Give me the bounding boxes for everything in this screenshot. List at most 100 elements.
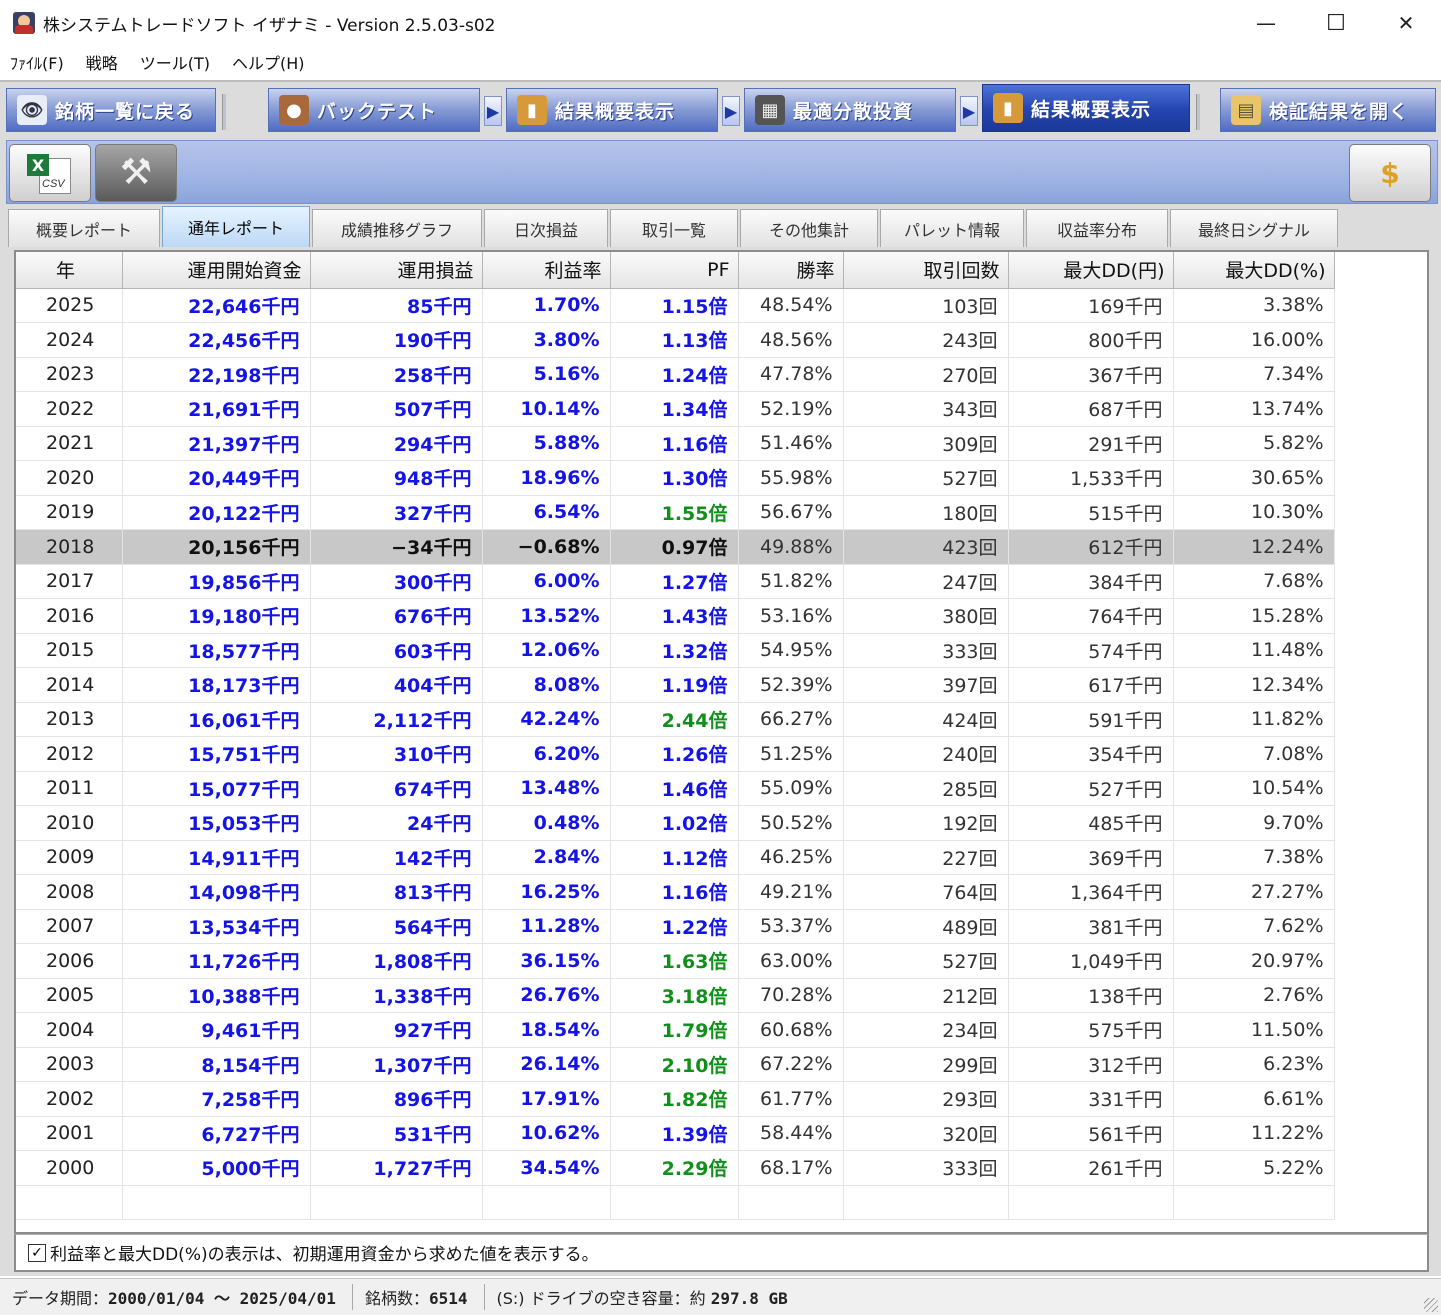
cell-year: 2025: [16, 288, 123, 323]
cell-year: 2007: [16, 909, 123, 944]
cell-pnl: 24千円: [310, 805, 483, 841]
table-row[interactable]: 2005 10,388千円 1,338千円 26.76% 3.18倍 70.28% 212回…: [16, 978, 1427, 1013]
tab-performance-graph[interactable]: 成績推移グラフ: [312, 209, 482, 247]
cell-return-rate: 11.28%: [482, 909, 611, 944]
table-row[interactable]: [16, 1185, 1427, 1220]
table-row[interactable]: 2004 9,461千円 927千円 18.54% 1.79倍 60.68% 234回 575…: [16, 1012, 1427, 1048]
cell-trade-count: 234回: [843, 1012, 1009, 1048]
header-start-capital[interactable]: 運用開始資金: [122, 252, 311, 289]
tab-overview-report[interactable]: 概要レポート: [8, 209, 160, 247]
workflow-nav: 👁 銘柄一覧に戻る ● バックテスト ▶ ▮ 結果概要表示 ▶ ▦ 最適分散投資…: [6, 84, 1438, 138]
tab-palette-info[interactable]: パレット情報: [880, 209, 1024, 247]
cell-pf: 1.55倍: [610, 495, 739, 530]
table-row[interactable]: 2007 13,534千円 564千円 11.28% 1.22倍 53.37% 489回 38…: [16, 909, 1427, 944]
annual-report-grid[interactable]: 年 運用開始資金 運用損益 利益率 PF 勝率 取引回数 最大DD(円) 最大D…: [14, 250, 1429, 1234]
table-header-row: 年 運用開始資金 運用損益 利益率 PF 勝率 取引回数 最大DD(円) 最大D…: [16, 252, 1427, 289]
tab-return-distribution[interactable]: 収益率分布: [1026, 209, 1168, 247]
header-max-dd-pct[interactable]: 最大DD(%): [1173, 252, 1335, 289]
cell-start-capital: 20,449千円: [122, 460, 311, 496]
table-row[interactable]: 2014 18,173千円 404千円 8.08% 1.19倍 52.39% 397回 617…: [16, 667, 1427, 703]
menu-strategy[interactable]: 戦略: [80, 48, 124, 76]
cell-filler: [1334, 461, 1427, 496]
tab-other-stats[interactable]: その他集計: [740, 209, 878, 247]
init-capital-basis-checkbox[interactable]: ✓: [28, 1243, 46, 1262]
table-row[interactable]: 2015 18,577千円 603千円 12.06% 1.32倍 54.95% 333回 57…: [16, 633, 1427, 668]
table-row[interactable]: 2003 8,154千円 1,307千円 26.14% 2.10倍 67.22% 299回 3…: [16, 1047, 1427, 1082]
tab-trade-list[interactable]: 取引一覧: [610, 209, 738, 247]
cell-win-rate: 60.68%: [738, 1012, 844, 1048]
menu-help[interactable]: ヘルプ(H): [226, 48, 311, 76]
header-pf[interactable]: PF: [610, 252, 739, 289]
cell-start-capital: 14,098千円: [122, 874, 311, 910]
tab-last-day-signal[interactable]: 最終日シグナル: [1170, 209, 1338, 247]
cell-return-rate: −0.68%: [482, 529, 611, 565]
nav-backtest[interactable]: ● バックテスト: [268, 88, 480, 132]
menu-file[interactable]: ﾌｧｲﾙ(F): [4, 48, 70, 76]
cell-pf: 1.19倍: [610, 667, 739, 703]
cell-start-capital: 15,053千円: [122, 805, 311, 841]
cell-filler: [1334, 633, 1427, 668]
table-row[interactable]: 2021 21,397千円 294千円 5.88% 1.16倍 51.46% 309回 291…: [16, 426, 1427, 461]
table-row[interactable]: 2006 11,726千円 1,808千円 36.15% 1.63倍 63.00% 527回…: [16, 943, 1427, 979]
table-row[interactable]: 2012 15,751千円 310千円 6.20% 1.26倍 51.25% 240回 354…: [16, 736, 1427, 772]
money-export-button[interactable]: $: [1349, 144, 1431, 202]
cell-trade-count: 397回: [843, 667, 1009, 703]
minimize-button[interactable]: —: [1231, 0, 1301, 46]
cell-filler: [1334, 771, 1427, 806]
cell-max-dd-yen: 169千円: [1008, 288, 1174, 323]
cell-pf: 1.82倍: [610, 1081, 739, 1117]
cell-pf: 1.15倍: [610, 288, 739, 323]
cell-filler: [1334, 1082, 1427, 1117]
resize-grip-icon[interactable]: [1424, 1298, 1438, 1312]
header-max-dd-yen[interactable]: 最大DD(円): [1008, 252, 1174, 289]
nav-open-result[interactable]: ▤ 検証結果を開く: [1220, 88, 1436, 132]
table-row[interactable]: 2018 20,156千円 −34千円 −0.68% 0.97倍 49.88% 423回 61…: [16, 529, 1427, 565]
app-icon: [13, 12, 35, 34]
cell-filler: [1334, 944, 1427, 979]
close-button[interactable]: ✕: [1371, 0, 1441, 46]
header-trade-count[interactable]: 取引回数: [843, 252, 1009, 289]
header-win-rate[interactable]: 勝率: [738, 252, 844, 289]
header-return-rate[interactable]: 利益率: [482, 252, 611, 289]
maximize-button[interactable]: ☐: [1301, 0, 1371, 46]
menu-tools[interactable]: ツール(T): [134, 48, 216, 76]
table-row[interactable]: 2024 22,456千円 190千円 3.80% 1.13倍 48.56% 243回 800…: [16, 322, 1427, 358]
table-row[interactable]: 2022 21,691千円 507千円 10.14% 1.34倍 52.19% 343回 68…: [16, 391, 1427, 427]
cell-year: 2019: [16, 495, 123, 530]
cell-pnl: 507千円: [310, 391, 483, 427]
nav-open-result-label: 検証結果を開く: [1269, 100, 1410, 123]
cell-trade-count: 180回: [843, 495, 1009, 530]
export-csv-button[interactable]: X CSV: [9, 144, 91, 202]
nav-summary-2[interactable]: ▮ 結果概要表示: [982, 84, 1190, 132]
table-row[interactable]: 2009 14,911千円 142千円 2.84% 1.12倍 46.25% 227回 369…: [16, 840, 1427, 875]
header-year[interactable]: 年: [16, 252, 123, 289]
table-row[interactable]: 2010 15,053千円 24千円 0.48% 1.02倍 50.52% 192回 485千…: [16, 805, 1427, 841]
table-row[interactable]: 2013 16,061千円 2,112千円 42.24% 2.44倍 66.27% 424回…: [16, 702, 1427, 737]
table-row[interactable]: 2017 19,856千円 300千円 6.00% 1.27倍 51.82% 247回 384…: [16, 564, 1427, 599]
tab-daily-pnl[interactable]: 日次損益: [484, 209, 608, 247]
cell-start-capital: 10,388千円: [122, 978, 311, 1013]
display-option-row: ✓ 利益率と最大DD(%)の表示は、初期運用資金から求めた値を表示する。: [14, 1234, 1429, 1272]
cell-pf: 1.26倍: [610, 736, 739, 772]
table-row[interactable]: 2000 5,000千円 1,727千円 34.54% 2.29倍 68.17% 333回 2…: [16, 1150, 1427, 1186]
table-row[interactable]: 2001 6,727千円 531千円 10.62% 1.39倍 58.44% 320回 561…: [16, 1116, 1427, 1151]
table-row[interactable]: 2023 22,198千円 258千円 5.16% 1.24倍 47.78% 270回 367…: [16, 357, 1427, 392]
cell-trade-count: 424回: [843, 702, 1009, 737]
cell-max-dd-pct: 11.48%: [1173, 633, 1335, 668]
table-row[interactable]: 2011 15,077千円 674千円 13.48% 1.46倍 55.09% 285回 52…: [16, 771, 1427, 806]
status-data-period: データ期間：2000/01/04 〜 2025/04/01: [0, 1285, 352, 1309]
nav-optimize[interactable]: ▦ 最適分散投資: [744, 88, 956, 132]
table-row[interactable]: 2020 20,449千円 948千円 18.96% 1.30倍 55.98% 527回 1,…: [16, 460, 1427, 496]
header-pnl[interactable]: 運用損益: [310, 252, 483, 289]
table-row[interactable]: 2025 22,646千円 85千円 1.70% 1.15倍 48.54% 103回 169千…: [16, 288, 1427, 323]
table-row[interactable]: 2008 14,098千円 813千円 16.25% 1.16倍 49.21% 764回 1,…: [16, 874, 1427, 910]
settings-button[interactable]: ⚒: [95, 144, 177, 202]
table-row[interactable]: 2016 19,180千円 676千円 13.52% 1.43倍 53.16% 380回 76…: [16, 598, 1427, 634]
cell-year: 2015: [16, 633, 123, 668]
table-row[interactable]: 2019 20,122千円 327千円 6.54% 1.55倍 56.67% 180回 515…: [16, 495, 1427, 530]
nav-back-to-list[interactable]: 👁 銘柄一覧に戻る: [6, 88, 216, 132]
init-capital-basis-label[interactable]: 利益率と最大DD(%)の表示は、初期運用資金から求めた値を表示する。: [50, 1240, 599, 1265]
nav-summary-1[interactable]: ▮ 結果概要表示: [506, 88, 718, 132]
table-row[interactable]: 2002 7,258千円 896千円 17.91% 1.82倍 61.77% 293回 331…: [16, 1081, 1427, 1117]
tab-annual-report[interactable]: 通年レポート: [162, 206, 310, 247]
